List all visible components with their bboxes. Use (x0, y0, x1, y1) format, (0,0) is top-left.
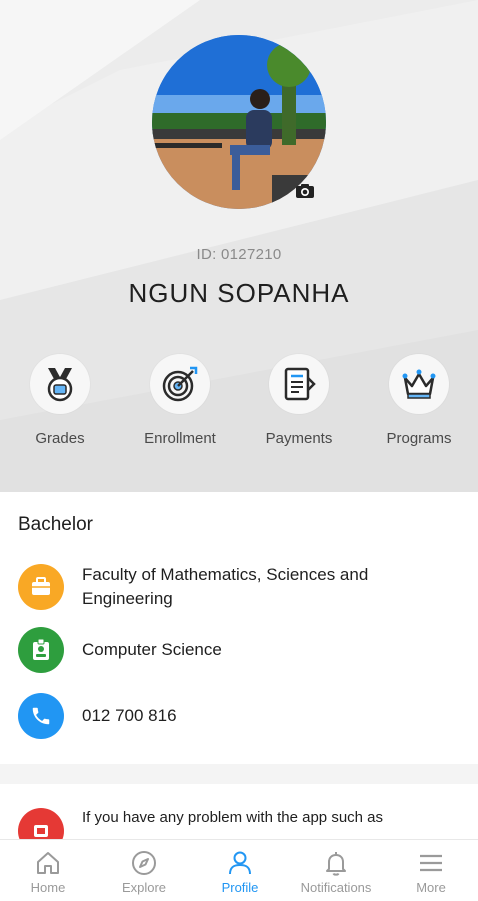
nav-explore-label: Explore (121, 880, 167, 895)
nav-home[interactable]: Home (0, 840, 96, 901)
crown-icon (402, 369, 436, 399)
menu-icon (420, 854, 442, 872)
phone-icon (18, 693, 64, 739)
compass-icon (132, 851, 156, 875)
briefcase-icon (18, 564, 64, 610)
student-name: NGUN SOPANHA (128, 278, 350, 308)
phone-row[interactable]: 012 700 816 (18, 693, 458, 739)
nav-more[interactable]: More (384, 840, 478, 901)
section-divider (0, 764, 478, 784)
id-badge-icon (18, 627, 64, 673)
nav-notifications[interactable]: Notifications (288, 840, 384, 901)
payments-label: Payments (265, 430, 333, 447)
grades-label: Grades (35, 430, 85, 447)
invoice-icon (284, 367, 316, 401)
profile-header: ID: 0127210 NGUN SOPANHA Grades Enrollme… (0, 0, 478, 492)
major-row: Computer Science (18, 627, 458, 673)
nav-explore[interactable]: Explore (96, 840, 192, 901)
enrollment-label: Enrollment (144, 430, 216, 447)
program-section: Bachelor Faculty of Mathematics, Science… (0, 492, 478, 764)
target-icon (162, 366, 198, 402)
phone-text: 012 700 816 (82, 706, 177, 725)
nav-profile-label: Profile (221, 880, 259, 895)
camera-icon[interactable] (293, 180, 317, 202)
programs-label: Programs (386, 430, 452, 447)
payments-button[interactable]: Payments (244, 354, 354, 447)
nav-notifications-label: Notifications (300, 880, 372, 895)
bell-icon (326, 852, 346, 876)
student-id: ID: 0127210 (196, 246, 282, 263)
quick-actions: Grades Enrollment Payments Programs (0, 354, 478, 454)
faculty-text: Faculty of Mathematics, Sciences and Eng… (82, 565, 369, 608)
programs-button[interactable]: Programs (364, 354, 474, 447)
home-icon (37, 852, 59, 874)
grades-button[interactable]: Grades (5, 354, 115, 447)
nav-home-label: Home (30, 880, 66, 895)
nav-more-label: More (416, 880, 446, 895)
section-title: Bachelor (18, 514, 93, 535)
enrollment-button[interactable]: Enrollment (125, 354, 235, 447)
nav-profile[interactable]: Profile (192, 840, 288, 901)
person-icon (229, 851, 251, 875)
faculty-row: Faculty of Mathematics, Sciences and Eng… (18, 563, 458, 611)
bottom-navigation: Home Explore Profile Notifications More (0, 839, 478, 901)
medal-icon (47, 368, 73, 402)
major-text: Computer Science (82, 640, 222, 659)
